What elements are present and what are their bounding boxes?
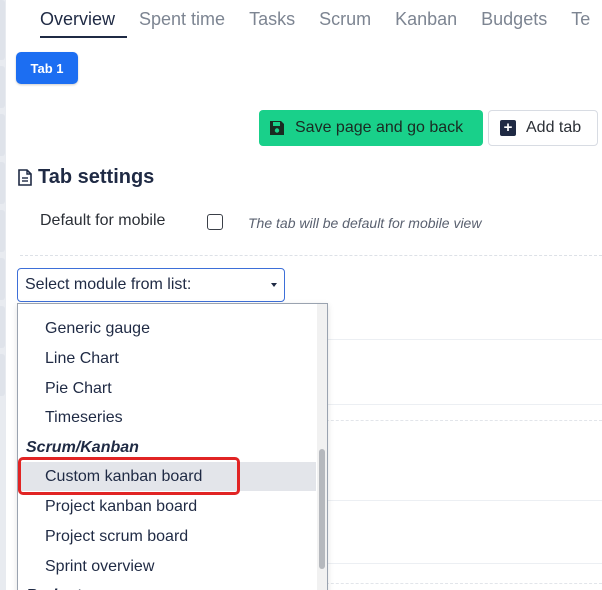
card-divider: [306, 583, 602, 584]
main-content: Overview Spent time Tasks Scrum Kanban B…: [6, 0, 602, 590]
top-nav: Overview Spent time Tasks Scrum Kanban B…: [40, 0, 602, 40]
optgroup-budgets: Budgets: [18, 581, 316, 590]
plus-square-icon: +: [500, 120, 516, 136]
module-card: [306, 500, 602, 564]
module-card: [306, 339, 602, 405]
default-mobile-hint: The tab will be default for mobile view: [248, 215, 482, 231]
highlight-annotation: [18, 457, 240, 495]
option-timeseries[interactable]: Timeseries: [18, 403, 316, 432]
dropdown-scrollbar[interactable]: [317, 304, 327, 590]
section-divider: [20, 255, 602, 256]
option-line-chart[interactable]: Line Chart: [18, 344, 316, 373]
option-sprint-overview[interactable]: Sprint overview: [18, 552, 316, 581]
tab-te[interactable]: Te: [559, 0, 602, 40]
add-tab-label: Add tab: [526, 119, 582, 136]
option-generic-gauge[interactable]: Generic gauge: [18, 314, 316, 343]
tab-settings-heading: Tab settings: [18, 166, 154, 189]
tab-tasks[interactable]: Tasks: [237, 0, 307, 40]
tab-spent-time[interactable]: Spent time: [127, 0, 237, 40]
tab-budgets[interactable]: Budgets: [469, 0, 559, 40]
default-mobile-label: Default for mobile: [40, 212, 166, 229]
option-pie-chart[interactable]: Pie Chart: [18, 374, 316, 403]
tab-scrum[interactable]: Scrum: [307, 0, 383, 40]
document-icon: [18, 169, 32, 186]
add-tab-button[interactable]: + Add tab: [488, 110, 598, 146]
page-tab-1[interactable]: Tab 1: [16, 52, 78, 84]
tab-settings-title: Tab settings: [38, 166, 155, 188]
option-project-kanban-board[interactable]: Project kanban board: [18, 492, 316, 521]
tab-overview[interactable]: Overview: [40, 0, 128, 38]
module-dropdown-list[interactable]: Generic gauge Line Chart Pie Chart Times…: [17, 303, 328, 590]
page: Overview Spent time Tasks Scrum Kanban B…: [0, 0, 602, 590]
chevron-down-icon: [271, 283, 277, 287]
save-and-back-button[interactable]: Save page and go back: [259, 110, 483, 146]
save-icon: [270, 121, 284, 135]
default-mobile-checkbox[interactable]: [207, 214, 223, 230]
tab-kanban[interactable]: Kanban: [383, 0, 469, 40]
module-select-value: Select module from list:: [25, 276, 192, 293]
module-select[interactable]: Select module from list:: [17, 268, 285, 302]
option-project-scrum-board[interactable]: Project scrum board: [18, 522, 316, 551]
scrollbar-thumb[interactable]: [319, 449, 325, 569]
save-button-label: Save page and go back: [295, 119, 464, 136]
card-divider: [306, 420, 602, 421]
